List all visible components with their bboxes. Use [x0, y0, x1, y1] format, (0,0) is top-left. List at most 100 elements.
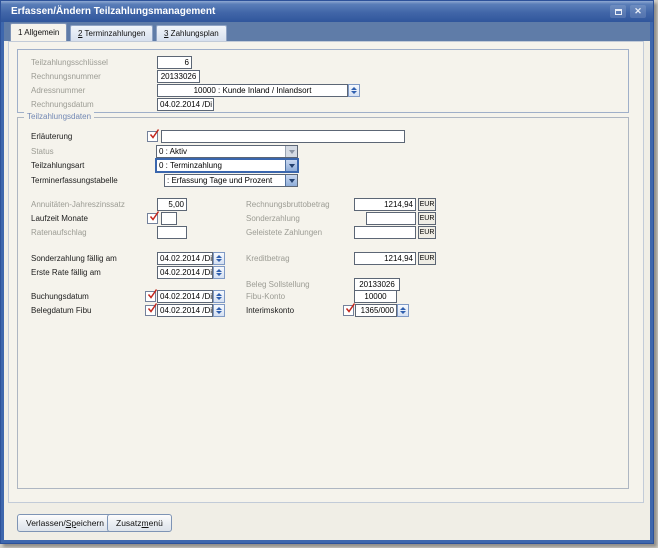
spin-up-icon [216, 269, 222, 272]
spin-down-icon [351, 91, 357, 94]
tab-label: Zahlungsplan [168, 29, 219, 38]
laufzeit-checkbox[interactable] [147, 211, 160, 224]
button-label: eichern [76, 518, 104, 528]
spin-up-icon [216, 255, 222, 258]
erste-rate-spinner[interactable] [213, 266, 225, 279]
field-kreditbetrag[interactable]: 1214,94 [354, 252, 416, 265]
belegdatum-fibu-checkbox[interactable] [145, 303, 158, 316]
spin-up-icon [216, 307, 222, 310]
interimskonto-checkbox[interactable] [343, 303, 356, 316]
spin-down-icon [216, 259, 222, 262]
label-fibu-konto: Fibu-Konto [246, 292, 286, 301]
field-erste-rate-faellig-am[interactable]: 04.02.2014 /Di [157, 266, 213, 279]
group-title: Teilzahlungsdaten [24, 112, 95, 121]
dropdown-arrow-icon [285, 175, 297, 186]
red-check-icon [149, 129, 160, 139]
field-rechnungsdatum[interactable]: 04.02.2014 /Di [157, 98, 214, 111]
label-rechnungsdatum: Rechnungsdatum [31, 100, 94, 109]
erlaeuterung-checkbox[interactable] [147, 129, 160, 142]
button-accel: m [141, 518, 149, 528]
dialog-window: Erfassen/Ändern Teilzahlungsmanagement ✕… [0, 0, 654, 544]
tab-terminzahlungen[interactable]: 2 Terminzahlungen [70, 25, 154, 41]
label-laufzeit-monate: Laufzeit Monate [31, 214, 88, 223]
field-laufzeit-monate[interactable] [161, 212, 177, 225]
field-geleistete-zahlungen[interactable] [354, 226, 416, 239]
status-value: 0 : Aktiv [159, 147, 188, 156]
verlassen-speichern-button[interactable]: Verlassen/Speichern [17, 514, 113, 532]
label-erste-rate-faellig-am: Erste Rate fällig am [31, 268, 101, 277]
invoice-header-panel: Teilzahlungsschlüssel 6 Rechnungsnummer … [17, 49, 629, 113]
tab-allgemein[interactable]: 1 Allgemein [10, 23, 68, 41]
button-label: enü [148, 518, 163, 528]
label-belegdatum-fibu: Belegdatum Fibu [31, 306, 92, 315]
tab-bar: 1 Allgemein 2 Terminzahlungen 3 Zahlungs… [4, 22, 650, 41]
dropdown-arrow-icon [285, 160, 297, 171]
label-kreditbetrag: Kreditbetrag [246, 254, 290, 263]
buchungsdatum-checkbox[interactable] [145, 289, 158, 302]
label-rechnungsnummer: Rechnungsnummer [31, 72, 101, 81]
label-teilzahlungsschluessel: Teilzahlungsschlüssel [31, 58, 108, 67]
field-adressnummer[interactable]: 10000 : Kunde Inland / Inlandsort [157, 84, 348, 97]
label-buchungsdatum: Buchungsdatum [31, 292, 89, 301]
adressnummer-spinner[interactable] [348, 84, 360, 97]
window-title: Erfassen/Ändern Teilzahlungsmanagement [11, 6, 216, 17]
label-teilzahlungsart: Teilzahlungsart [31, 161, 85, 170]
status-combobox[interactable]: 0 : Aktiv [156, 145, 298, 158]
teilzahlungsart-combobox[interactable]: 0 : Terminzahlung [156, 159, 298, 172]
field-teilzahlungsschluessel[interactable]: 6 [157, 56, 192, 69]
label-rechnungsbruttobetrag: Rechnungsbruttobetrag [246, 200, 330, 209]
titlebar: Erfassen/Ändern Teilzahlungsmanagement ✕ [1, 1, 653, 22]
label-beleg-sollstellung: Beleg Sollstellung [246, 280, 310, 289]
terminerfassungstabelle-combobox[interactable]: : Erfassung Tage und Prozent [164, 174, 298, 187]
spin-up-icon [400, 307, 406, 310]
field-fibu-konto[interactable]: 10000 [354, 290, 397, 303]
label-geleistete-zahlungen: Geleistete Zahlungen [246, 228, 323, 237]
field-rechnungsbruttobetrag[interactable]: 1214,94 [354, 198, 416, 211]
spin-down-icon [400, 311, 406, 314]
spin-up-icon [216, 293, 222, 296]
restore-icon[interactable] [610, 5, 626, 18]
field-erlaeuterung[interactable] [161, 130, 405, 143]
label-ratenaufschlag: Ratenaufschlag [31, 228, 87, 237]
spin-up-icon [351, 87, 357, 90]
field-annuitaeten[interactable]: 5,00 [157, 198, 187, 211]
tab-label: 1 Allgemein [18, 28, 60, 37]
field-interimskonto[interactable]: 1365/000 [355, 304, 397, 317]
label-sonderzahlung: Sonderzahlung [246, 214, 300, 223]
teilzahlungsdaten-group: Teilzahlungsdaten Erläuterung Status 0 :… [17, 112, 629, 489]
label-adressnummer: Adressnummer [31, 86, 86, 95]
spin-down-icon [216, 297, 222, 300]
field-rechnungsnummer[interactable]: 20133026 [157, 70, 200, 83]
unit-eur: EUR [418, 226, 436, 239]
sonderzahlung-faellig-spinner[interactable] [213, 252, 225, 265]
dialog-body: 1 Allgemein 2 Terminzahlungen 3 Zahlungs… [1, 22, 653, 543]
tab-zahlungsplan[interactable]: 3 Zahlungsplan [156, 25, 227, 41]
field-sonderzahlung[interactable] [366, 212, 416, 225]
label-terminerfassungstabelle: Terminerfassungstabelle [31, 176, 118, 185]
spin-down-icon [216, 273, 222, 276]
dropdown-arrow-icon [285, 146, 297, 157]
buchungsdatum-spinner[interactable] [213, 290, 225, 303]
close-icon[interactable]: ✕ [630, 5, 646, 18]
label-status: Status [31, 147, 54, 156]
field-sonderzahlung-faellig-am[interactable]: 04.02.2014 /Di [157, 252, 213, 265]
interimskonto-spinner[interactable] [397, 304, 409, 317]
red-check-icon [149, 211, 160, 221]
unit-eur: EUR [418, 198, 436, 211]
belegdatum-fibu-spinner[interactable] [213, 304, 225, 317]
field-belegdatum-fibu[interactable]: 04.02.2014 /Di [157, 304, 213, 317]
tab-label: Terminzahlungen [82, 29, 146, 38]
unit-eur: EUR [418, 252, 436, 265]
label-interimskonto: Interimskonto [246, 306, 295, 315]
zusatzmenu-button[interactable]: Zusatzmenü [107, 514, 172, 532]
field-ratenaufschlag[interactable] [157, 226, 187, 239]
unit-eur: EUR [418, 212, 436, 225]
terminerfassungstabelle-value: : Erfassung Tage und Prozent [167, 176, 273, 185]
button-label: Zusatz [116, 518, 142, 528]
tab-page-allgemein: Teilzahlungsschlüssel 6 Rechnungsnummer … [8, 41, 644, 503]
button-label: Verlassen/ [26, 518, 66, 528]
field-buchungsdatum[interactable]: 04.02.2014 /Di [157, 290, 213, 303]
spin-down-icon [216, 311, 222, 314]
label-sonderzahlung-faellig-am: Sonderzahlung fällig am [31, 254, 117, 263]
teilzahlungsart-value: 0 : Terminzahlung [159, 161, 222, 170]
